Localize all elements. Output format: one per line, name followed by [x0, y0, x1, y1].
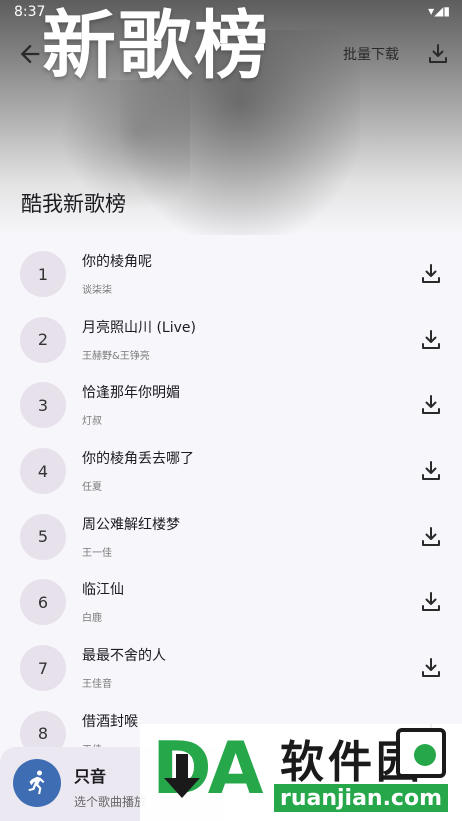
- watermark-logo-icon: [396, 728, 446, 778]
- song-title: 恰逢那年你明媚: [82, 385, 180, 402]
- back-arrow-icon[interactable]: [16, 40, 44, 68]
- rank-badge: 1: [20, 251, 66, 297]
- song-title: 最最不舍的人: [82, 648, 166, 665]
- logo-dot: [414, 744, 436, 766]
- dancer-icon: [28, 770, 45, 795]
- song-artist: 王佳音: [82, 679, 112, 691]
- download-icon[interactable]: [419, 393, 443, 417]
- song-artist: 灯叔: [82, 416, 102, 428]
- song-row[interactable]: 1 你的棱角呢 谈柒柒: [0, 241, 462, 307]
- song-row[interactable]: 2 月亮照山川 (Live) 王赫野&王铮亮: [0, 307, 462, 373]
- song-row[interactable]: 5 周公难解红楼梦 王一佳: [0, 504, 462, 570]
- download-icon[interactable]: [419, 590, 443, 614]
- download-arrow-icon: [164, 754, 200, 798]
- song-row[interactable]: 4 你的棱角丢去哪了 任夏: [0, 438, 462, 504]
- song-row[interactable]: 7 最最不舍的人 王佳音: [0, 635, 462, 701]
- download-icon[interactable]: [419, 328, 443, 352]
- download-icon[interactable]: [426, 42, 450, 66]
- song-artist: 王赫野&王铮亮: [82, 350, 150, 362]
- song-title: 你的棱角丢去哪了: [82, 451, 194, 468]
- player-title: 只音: [74, 767, 107, 786]
- download-icon[interactable]: [419, 459, 443, 483]
- watermark: DA 软件园 ruanjian.com: [140, 724, 462, 821]
- download-icon[interactable]: [419, 262, 443, 286]
- song-title: 你的棱角呢: [82, 254, 152, 270]
- rank-badge: 4: [20, 448, 66, 495]
- song-title: 周公难解红楼梦: [82, 516, 180, 533]
- player-avatar-icon: [13, 759, 61, 807]
- song-artist: 谈柒柒: [82, 285, 112, 296]
- watermark-url: ruanjian.com: [274, 784, 448, 812]
- banner-title: 新歌榜: [42, 3, 270, 89]
- rank-badge: 7: [20, 645, 66, 692]
- download-icon[interactable]: [419, 525, 443, 549]
- list-title: 酷我新歌榜: [21, 192, 126, 216]
- song-title: 临江仙: [82, 582, 124, 599]
- song-row[interactable]: 6 临江仙 白鹿: [0, 569, 462, 635]
- rank-badge: 3: [20, 382, 66, 429]
- rank-badge: 2: [20, 316, 66, 363]
- rank-badge: 5: [20, 513, 66, 560]
- rank-badge: 6: [20, 579, 66, 626]
- batch-download-button[interactable]: 批量下载: [343, 44, 399, 64]
- download-icon[interactable]: [419, 656, 443, 680]
- song-artist: 任夏: [82, 482, 102, 494]
- song-title: 月亮照山川 (Live): [82, 319, 196, 336]
- song-row[interactable]: 3 恰逢那年你明媚 灯叔: [0, 372, 462, 438]
- status-icons: ▾◢▮: [428, 4, 450, 18]
- song-title: 借酒封喉: [82, 713, 138, 730]
- song-artist: 王一佳: [82, 547, 112, 559]
- song-artist: 白鹿: [82, 613, 102, 625]
- song-list: 1 你的棱角呢 谈柒柒 2 月亮照山川 (Live) 王赫野&王铮亮 3 恰逢那…: [0, 241, 462, 767]
- player-subtitle: 选个歌曲播放: [74, 795, 147, 809]
- header-banner: 新歌榜 8:37 ▾◢▮ 批量下载 酷我新歌榜: [0, 0, 462, 235]
- status-time: 8:37: [14, 4, 46, 20]
